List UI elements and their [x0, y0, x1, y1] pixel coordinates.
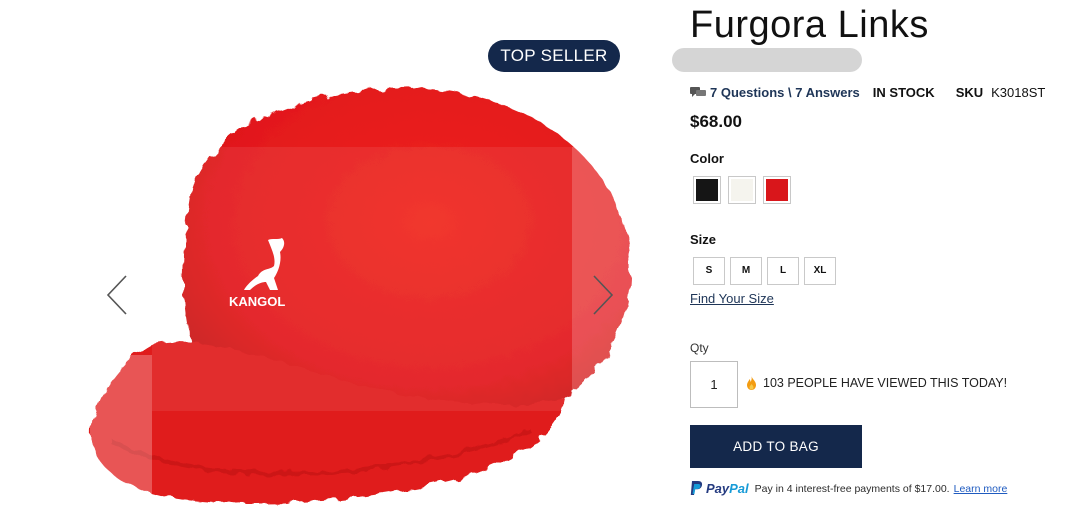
product-image: KANGOL [90, 87, 632, 510]
product-price: $68.00 [690, 112, 742, 131]
previous-image-arrow-icon[interactable] [102, 272, 132, 318]
svg-text:KANGOL: KANGOL [229, 294, 285, 309]
questions-answers-text[interactable]: 7 Questions \ 7 Answers [710, 85, 860, 100]
paypal-icon [690, 481, 703, 495]
paypal-pay-text: Pay [706, 481, 730, 496]
color-swatch-red[interactable] [763, 176, 791, 204]
top-seller-badge: TOP SELLER [488, 40, 620, 72]
sku-value: K3018ST [991, 85, 1046, 100]
views-text: 103 PEOPLE HAVE VIEWED THIS TODAY! [763, 376, 1008, 390]
size-option-m[interactable]: M [730, 257, 762, 285]
size-option-xl[interactable]: XL [804, 257, 836, 285]
rating-placeholder [672, 48, 862, 72]
size-option-s[interactable]: S [693, 257, 725, 285]
paypal-installments-text: Pay in 4 interest-free payments of $17.0… [754, 482, 950, 495]
quantity-input[interactable] [690, 361, 738, 408]
color-label: Color [690, 151, 724, 166]
next-image-arrow-icon[interactable] [588, 272, 618, 318]
color-swatch-white[interactable] [728, 176, 756, 204]
add-to-bag-button[interactable]: ADD TO BAG [690, 425, 862, 468]
quantity-label: Qty [690, 341, 709, 355]
sku-label: SKU [955, 85, 984, 100]
views-notice: 103 PEOPLE HAVE VIEWED THIS TODAY! [746, 376, 1007, 390]
find-your-size-link[interactable]: Find Your Size [690, 291, 774, 306]
size-label: Size [690, 232, 717, 247]
paypal-pal-text: Pal [729, 481, 749, 496]
product-gallery: KANGOL TOP SELLER [0, 0, 670, 530]
paypal-logo: PayPal [690, 481, 749, 496]
size-option-l[interactable]: L [767, 257, 799, 285]
paypal-learn-more-link[interactable]: Learn more [954, 483, 1008, 495]
chat-bubbles-icon [690, 86, 706, 97]
paypal-message: PayPal Pay in 4 interest-free payments o… [690, 481, 1007, 496]
size-options: S M L XL [693, 257, 836, 285]
product-meta: 7 Questions \ 7 Answers IN STOCK SKU K30… [690, 85, 1045, 100]
color-swatches [693, 176, 791, 204]
color-swatch-black[interactable] [693, 176, 721, 204]
product-title: Furgora Links [690, 4, 929, 46]
flame-icon [747, 376, 756, 390]
stock-status: IN STOCK [872, 85, 935, 100]
questions-answers-link[interactable]: 7 Questions \ 7 Answers [690, 85, 860, 100]
